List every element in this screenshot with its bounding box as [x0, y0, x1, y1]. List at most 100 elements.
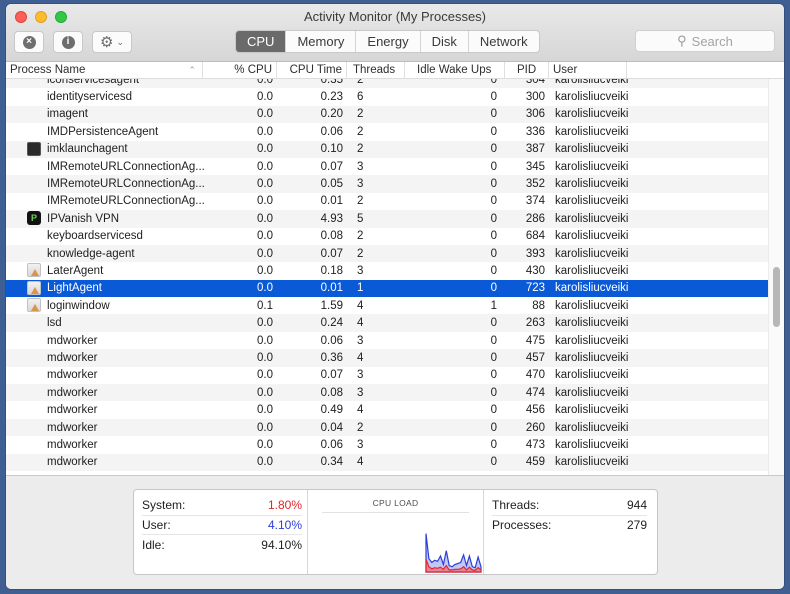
search-placeholder: Search — [691, 33, 733, 49]
vertical-scrollbar[interactable] — [768, 79, 784, 475]
cell-pid: 684 — [525, 230, 545, 243]
table-row[interactable]: keyboardservicesd 0.0 0.08 2 0 684 karolisliuc… — [6, 227, 768, 245]
tab-cpu[interactable]: CPU — [236, 31, 287, 52]
column-header-threads[interactable]: Threads — [347, 62, 405, 78]
cell-idle-wake-ups: 0 — [490, 125, 497, 138]
cell-threads: 3 — [357, 178, 364, 191]
column-header-user[interactable]: User — [549, 62, 627, 78]
table-row[interactable]: IMRemoteURLConnectionAg... 0.0 0.05 3 0 352 ka… — [6, 175, 768, 193]
column-header-idle-wake-ups[interactable]: Idle Wake Ups — [405, 62, 505, 78]
table-row[interactable]: IMRemoteURLConnectionAg... 0.0 0.01 2 0 374 ka… — [6, 192, 768, 211]
cell-threads: 2 — [357, 195, 364, 208]
cell-idle-wake-ups: 1 — [490, 299, 497, 312]
cell-pid: 88 — [532, 299, 545, 312]
column-header-cpu-time[interactable]: CPU Time — [277, 62, 347, 78]
table-row[interactable]: LightAgent 0.0 0.01 1 0 723 karolisliucveiki — [6, 279, 768, 298]
column-header-process-name[interactable]: Process Name ⌃ — [6, 62, 203, 78]
table-row[interactable]: mdworker 0.0 0.34 4 0 459 karolisliucveiki — [6, 453, 768, 471]
table-row[interactable]: mdworker 0.0 0.08 3 0 474 karolisliucveiki — [6, 384, 768, 402]
cell-cpu-percent: 0.0 — [257, 369, 273, 382]
cell-user: karolisliucveiki — [555, 299, 629, 312]
cell-cpu-time: 0.07 — [320, 247, 343, 260]
cell-cpu-time: 4.93 — [320, 212, 343, 225]
cell-user: karolisliucveiki — [555, 247, 629, 260]
cell-idle-wake-ups: 0 — [490, 195, 497, 208]
cell-idle-wake-ups: 0 — [490, 143, 497, 156]
cell-cpu-percent: 0.0 — [257, 456, 273, 469]
cell-cpu-percent: 0.0 — [257, 438, 273, 451]
cell-cpu-time: 0.07 — [320, 369, 343, 382]
cell-idle-wake-ups: 0 — [490, 421, 497, 434]
cell-idle-wake-ups: 0 — [490, 108, 497, 121]
cell-cpu-time: 0.20 — [320, 108, 343, 121]
cell-user: karolisliucveiki — [555, 421, 629, 434]
ipvanish-app-icon: P — [27, 211, 41, 226]
action-menu-button[interactable]: ⚙ ⌄ — [92, 31, 132, 53]
column-header-cpu[interactable]: % CPU — [203, 62, 277, 78]
table-row[interactable]: LaterAgent 0.0 0.18 3 0 430 karolisliucveiki — [6, 262, 768, 280]
cell-cpu-time: 0.07 — [320, 160, 343, 173]
tab-network[interactable]: Network — [469, 31, 539, 52]
table-row[interactable]: mdworker 0.0 0.36 4 0 457 karolisliucveiki — [6, 349, 768, 367]
column-header-pid[interactable]: PID — [505, 62, 549, 78]
cell-threads: 1 — [357, 282, 364, 295]
cell-cpu-percent: 0.0 — [257, 160, 273, 173]
cell-user: karolisliucveiki — [555, 438, 629, 451]
table-row[interactable]: identityservicesd 0.0 0.23 6 0 300 karolisliuc… — [6, 88, 768, 106]
table-row[interactable]: mdworker 0.0 0.49 4 0 456 karolisliucveiki — [6, 401, 768, 419]
tab-energy[interactable]: Energy — [356, 31, 421, 52]
cell-process-name: IMDPersistenceAgent — [47, 125, 159, 138]
cell-process-name: identityservicesd — [47, 91, 133, 104]
scrollbar-thumb[interactable] — [773, 267, 780, 327]
cell-cpu-percent: 0.0 — [257, 421, 273, 434]
cell-user: karolisliucveiki — [555, 195, 629, 208]
cpu-load-graph: CPU LOAD — [308, 490, 484, 574]
cell-cpu-percent: 0.0 — [257, 351, 273, 364]
app-icon — [27, 298, 41, 313]
system-label: System: — [142, 498, 186, 513]
table-row[interactable]: mdworker 0.0 0.06 3 0 473 karolisliucveiki — [6, 436, 768, 454]
cell-user: karolisliucveiki — [555, 404, 629, 417]
cell-cpu-time: 0.06 — [320, 438, 343, 451]
tab-disk[interactable]: Disk — [421, 31, 469, 52]
cell-process-name: imagent — [47, 108, 88, 121]
table-row[interactable]: IMDPersistenceAgent 0.0 0.06 2 0 336 karolisli… — [6, 123, 768, 141]
table-row[interactable]: knowledge-agent 0.0 0.07 2 0 393 karolisliucve… — [6, 244, 768, 263]
cell-user: karolisliucveiki — [555, 386, 629, 399]
table-row[interactable]: mdworker 0.0 0.04 2 0 260 karolisliucveiki — [6, 418, 768, 437]
table-row[interactable]: lsd 0.0 0.24 4 0 263 karolisliucveiki — [6, 314, 768, 332]
cell-cpu-time: 0.34 — [320, 456, 343, 469]
cell-user: karolisliucveiki — [555, 317, 629, 330]
table-row[interactable]: IPVanish VPN 0.0 4.93 5 0 286 karolisliucveiki… — [6, 210, 768, 228]
cell-process-name: mdworker — [47, 456, 98, 469]
inspect-process-button[interactable]: i — [53, 31, 83, 53]
cell-idle-wake-ups: 0 — [490, 438, 497, 451]
tab-memory[interactable]: Memory — [286, 31, 357, 52]
table-row[interactable]: mdworker 0.0 0.07 3 0 470 karolisliucveiki — [6, 366, 768, 385]
cell-pid: 306 — [525, 108, 545, 121]
titlebar: Activity Monitor (My Processes) × i ⚙ ⌄ … — [6, 4, 784, 62]
cell-threads: 2 — [357, 421, 364, 434]
cell-idle-wake-ups: 0 — [490, 386, 497, 399]
cell-process-name: mdworker — [47, 404, 98, 417]
cell-threads: 3 — [357, 369, 364, 382]
table-row[interactable]: IMRemoteURLConnectionAg... 0.0 0.07 3 0 345 ka… — [6, 157, 768, 176]
cell-cpu-percent: 0.0 — [257, 91, 273, 104]
table-row[interactable]: imagent 0.0 0.20 2 0 306 karolisliucveiki — [6, 105, 768, 124]
cell-threads: 3 — [357, 264, 364, 277]
threads-stat: Threads: 944 — [492, 496, 647, 516]
table-row[interactable]: mdworker 0.0 0.06 3 0 475 karolisliucveiki — [6, 331, 768, 350]
process-counts: Threads: 944 Processes: 279 — [484, 490, 657, 574]
cell-user: karolisliucveiki — [555, 108, 629, 121]
gear-icon: ⚙ — [100, 33, 114, 51]
quit-process-button[interactable]: × — [14, 31, 44, 53]
table-row[interactable]: loginwindow 0.1 1.59 4 1 88 karolisliucveiki — [6, 297, 768, 315]
processes-label: Processes: — [492, 518, 552, 533]
table-row[interactable]: imklaunchagent 0.0 0.10 2 0 387 karolisliucvei… — [6, 140, 768, 158]
cell-cpu-time: 0.10 — [320, 143, 343, 156]
cell-pid: 473 — [525, 438, 545, 451]
search-input[interactable]: ⚲ Search — [635, 30, 775, 52]
cell-cpu-time: 0.49 — [320, 404, 343, 417]
cell-cpu-time: 0.18 — [320, 264, 343, 277]
cell-pid: 336 — [525, 125, 545, 138]
